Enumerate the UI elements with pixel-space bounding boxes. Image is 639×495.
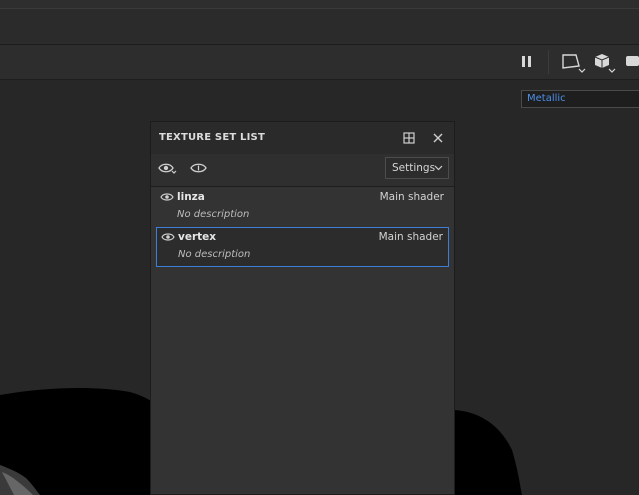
pause-icon[interactable] (521, 55, 533, 69)
app-window: Metallic TEXTURE SET LIST Settings linza… (0, 0, 639, 495)
chevron-down-icon (434, 165, 443, 171)
texture-set-description: No description (177, 209, 250, 220)
solo-icon[interactable] (190, 161, 208, 177)
cube-icon[interactable] (594, 52, 620, 74)
texture-set-item-vertex[interactable]: vertex Main shader No description (156, 227, 449, 267)
panel-title: TEXTURE SET LIST (159, 132, 265, 143)
display-icon[interactable] (626, 55, 639, 69)
texture-set-name: linza (177, 191, 205, 203)
camera-view-icon[interactable] (560, 52, 588, 74)
eye-icon[interactable] (160, 192, 174, 202)
channel-select[interactable]: Metallic (521, 90, 639, 108)
texture-set-list-panel: TEXTURE SET LIST Settings linza Main sha… (150, 121, 455, 495)
texture-set-description: No description (178, 249, 251, 260)
settings-dropdown[interactable]: Settings (385, 157, 449, 179)
texture-set-item-linza[interactable]: linza Main shader No description (156, 188, 449, 226)
toolbar-separator (548, 50, 549, 74)
close-icon[interactable] (431, 131, 445, 145)
panel-toolbar: Settings (151, 154, 454, 187)
eye-icon[interactable] (161, 232, 175, 242)
texture-set-name: vertex (178, 231, 217, 243)
viewport-toolbar (0, 45, 639, 80)
shader-label[interactable]: Main shader (380, 191, 444, 203)
shader-label[interactable]: Main shader (379, 231, 443, 243)
settings-label: Settings (392, 162, 436, 174)
title-bar (0, 0, 639, 9)
eye-settings-icon[interactable] (158, 161, 178, 177)
menu-bar (0, 9, 639, 45)
panel-header: TEXTURE SET LIST (151, 122, 454, 154)
dock-icon[interactable] (402, 131, 416, 145)
